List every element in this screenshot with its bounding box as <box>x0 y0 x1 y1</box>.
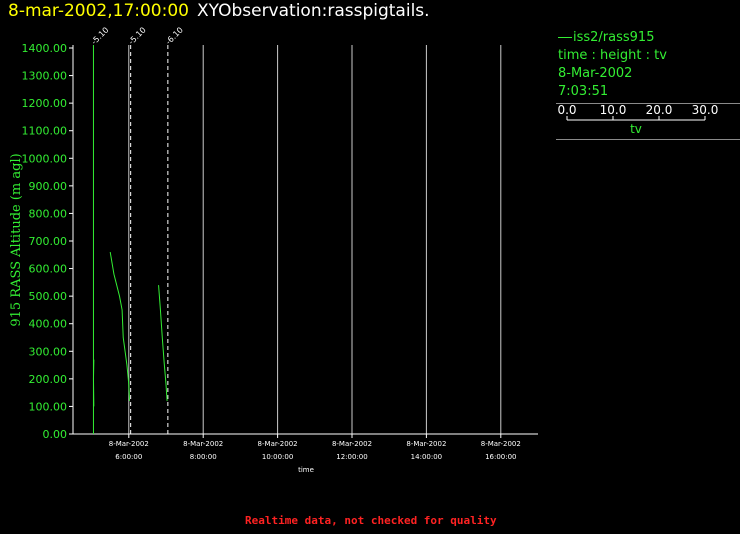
scale-tick-label: 30.0 <box>692 104 719 117</box>
y-tick-label: 200.00 <box>29 373 68 386</box>
y-tick-label: 0.00 <box>43 428 68 441</box>
grid-layer <box>128 45 502 434</box>
y-tick-label: 1000.00 <box>22 152 68 165</box>
profile-label: -5.10 <box>127 25 148 46</box>
y-tick-label: 1400.00 <box>22 42 68 55</box>
profile-label: -6.10 <box>164 25 185 46</box>
x-tick-time: 16:00:00 <box>485 453 516 461</box>
x-tick-date: 8-Mar-2002 <box>406 440 446 448</box>
x-tick-time: 6:00:00 <box>115 453 142 461</box>
x-tick-time: 14:00:00 <box>411 453 442 461</box>
x-tick-date: 8-Mar-2002 <box>481 440 521 448</box>
y-tick-label: 1200.00 <box>22 97 68 110</box>
scale-label: tv <box>630 122 642 136</box>
x-tick-date: 8-Mar-2002 <box>109 440 149 448</box>
x-tick-time: 12:00:00 <box>336 453 367 461</box>
y-tick-label: 900.00 <box>29 180 68 193</box>
scale-tick-label: 10.0 <box>600 104 627 117</box>
axes-layer <box>72 45 538 435</box>
y-tick-label: 1100.00 <box>22 125 68 138</box>
x-axis-label: time <box>298 466 314 474</box>
y-axis-label: 915 RASS Altitude (m agl) <box>9 153 24 326</box>
legend-line-2: 8-Mar-2002 <box>558 66 633 81</box>
x-tick-layer: 8-Mar-2002 6:00:00 8-Mar-2002 8:00:00 8-Mar-… <box>109 434 521 461</box>
profile-data-line <box>158 285 168 401</box>
y-tick-label: 700.00 <box>29 235 68 248</box>
legend-divider-bottom <box>556 139 740 140</box>
y-tick-label: 500.00 <box>29 290 68 303</box>
series-line-swatch <box>558 37 572 38</box>
x-tick-time: 8:00:00 <box>190 453 217 461</box>
tv-scale-bar: 0.0 10.0 20.0 30.0 tv <box>557 103 719 136</box>
x-tick-date: 8-Mar-2002 <box>332 440 372 448</box>
legend-series: iss2/rass915 <box>556 29 740 47</box>
x-tick-time: 10:00:00 <box>262 453 293 461</box>
y-tick-label: 400.00 <box>29 318 68 331</box>
quality-warning: Realtime data, not checked for quality <box>245 514 497 527</box>
legend-line-1: time : height : tv <box>558 48 667 63</box>
x-tick-date: 8-Mar-2002 <box>183 440 223 448</box>
profile-label: -5.10 <box>90 25 111 46</box>
y-tick-label: 600.00 <box>29 263 68 276</box>
x-tick-date: 8-Mar-2002 <box>258 440 298 448</box>
legend-series-name: iss2/rass915 <box>573 30 655 45</box>
y-tick-label: 800.00 <box>29 207 68 220</box>
profile-data-line <box>109 251 131 401</box>
scale-tick-label: 0.0 <box>557 104 576 117</box>
legend-panel: iss2/rass915 time : height : tv 8-Mar-20… <box>556 29 740 140</box>
profile-layer: -5.10 -5.10 -6.10 <box>90 25 185 434</box>
scale-tick-label: 20.0 <box>646 104 673 117</box>
y-tick-label: 1300.00 <box>22 70 68 83</box>
y-tick-label: 300.00 <box>29 345 68 358</box>
legend-line-3: 7:03:51 <box>558 84 609 99</box>
y-tick-layer: 0.00 100.00 200.00 300.00 400.00 500.00 600.00… <box>22 42 73 441</box>
y-tick-label: 100.00 <box>29 400 68 413</box>
